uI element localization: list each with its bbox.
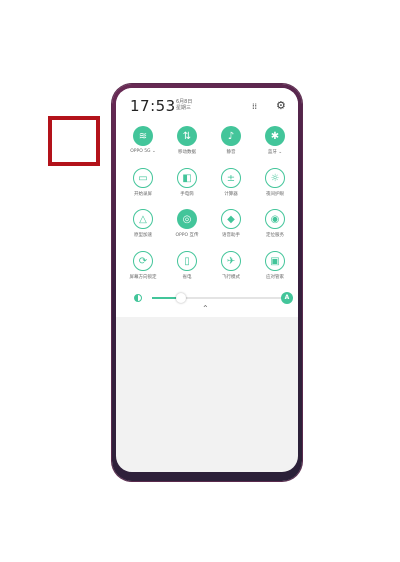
tile-airplane[interactable]: ✈ 飞行模式	[211, 251, 251, 280]
tile-label: 屏幕方向锁定	[129, 275, 157, 280]
tile-label: 省电	[182, 275, 192, 280]
brightness-knob[interactable]	[176, 293, 187, 303]
tile-battery-saver[interactable]: ▯ 省电	[167, 251, 207, 280]
date-weekday: 星期三	[176, 105, 192, 111]
tile-label: 手电筒	[180, 192, 194, 197]
tile-label: 语音助手	[222, 233, 240, 238]
mobile-data-icon: ⇅	[177, 126, 197, 146]
location-icon: ◉	[265, 209, 285, 229]
brightness-icon	[134, 294, 142, 302]
tile-label: 静音	[226, 150, 236, 155]
brightness-slider[interactable]	[152, 293, 284, 303]
gear-icon[interactable]: ⚙	[276, 99, 286, 112]
tile-label: 移动数据	[178, 150, 196, 155]
rotation-lock-icon: ⟳	[133, 251, 153, 271]
tile-silent-bell[interactable]: ♪ 静音	[211, 126, 251, 155]
tile-game-boost[interactable]: △ 原型加速	[123, 209, 163, 238]
status-date: 6月8日 星期三	[176, 99, 192, 111]
auto-brightness-button[interactable]: A	[281, 292, 293, 304]
tile-label: 应对管家	[266, 275, 284, 280]
silent-bell-icon: ♪	[221, 126, 241, 146]
game-boost-icon: △	[133, 209, 153, 229]
tile-screenshot[interactable]: ▣ 应对管家	[255, 251, 295, 280]
eye-comfort-icon: ☼	[265, 168, 285, 188]
status-time: 17:53	[130, 97, 176, 115]
tile-label: OPPO 互传	[175, 233, 199, 238]
tile-oppo-share[interactable]: ◎ OPPO 互传	[167, 209, 207, 238]
tile-label: 原型加速	[134, 233, 152, 238]
tile-label: OPPO 5G ⌄	[130, 149, 156, 154]
flashlight-icon: ◧	[177, 168, 197, 188]
tile-label: 开始录屏	[134, 192, 152, 197]
wifi-icon: ≋	[133, 126, 153, 146]
bluetooth-icon: ✱	[265, 126, 285, 146]
screenshot-icon: ▣	[265, 251, 285, 271]
phone-screen: 17:53 6月8日 星期三 ⁞⁞ ⚙ ≋ OPPO 5G ⌄ ⇅ 移动数据 ♪ 静音 ✱ 蓝…	[116, 88, 298, 472]
tile-eye-comfort[interactable]: ☼ 夜间护眼	[255, 168, 295, 197]
tile-wifi[interactable]: ≋ OPPO 5G ⌄	[123, 126, 163, 154]
grid-icon[interactable]: ⁞⁞	[252, 102, 257, 111]
tile-label: 定位服务	[266, 233, 284, 238]
tile-calculator[interactable]: ± 计算器	[211, 168, 251, 197]
tile-rotation-lock[interactable]: ⟳ 屏幕方向锁定	[123, 251, 163, 280]
calculator-icon: ±	[221, 168, 241, 188]
tile-screen-record[interactable]: ▭ 开始录屏	[123, 168, 163, 197]
chevron-up-icon[interactable]: ⌃	[202, 304, 209, 313]
airplane-icon: ✈	[221, 251, 241, 271]
tile-location[interactable]: ◉ 定位服务	[255, 209, 295, 238]
tile-label: 夜间护眼	[266, 192, 284, 197]
tile-flashlight[interactable]: ◧ 手电筒	[167, 168, 207, 197]
tile-voice-assistant[interactable]: ◆ 语音助手	[211, 209, 251, 238]
voice-assistant-icon: ◆	[221, 209, 241, 229]
quick-settings-panel: 17:53 6月8日 星期三 ⁞⁞ ⚙ ≋ OPPO 5G ⌄ ⇅ 移动数据 ♪ 静音 ✱ 蓝…	[116, 88, 298, 317]
tile-bluetooth[interactable]: ✱ 蓝牙 ⌄	[255, 126, 295, 155]
tile-mobile-data[interactable]: ⇅ 移动数据	[167, 126, 207, 155]
tile-label: 蓝牙 ⌄	[267, 150, 283, 155]
highlight-box	[48, 116, 100, 166]
tile-label: 计算器	[224, 192, 238, 197]
oppo-share-icon: ◎	[177, 209, 197, 229]
screen-record-icon: ▭	[133, 168, 153, 188]
tile-label: 飞行模式	[222, 275, 240, 280]
battery-saver-icon: ▯	[177, 251, 197, 271]
